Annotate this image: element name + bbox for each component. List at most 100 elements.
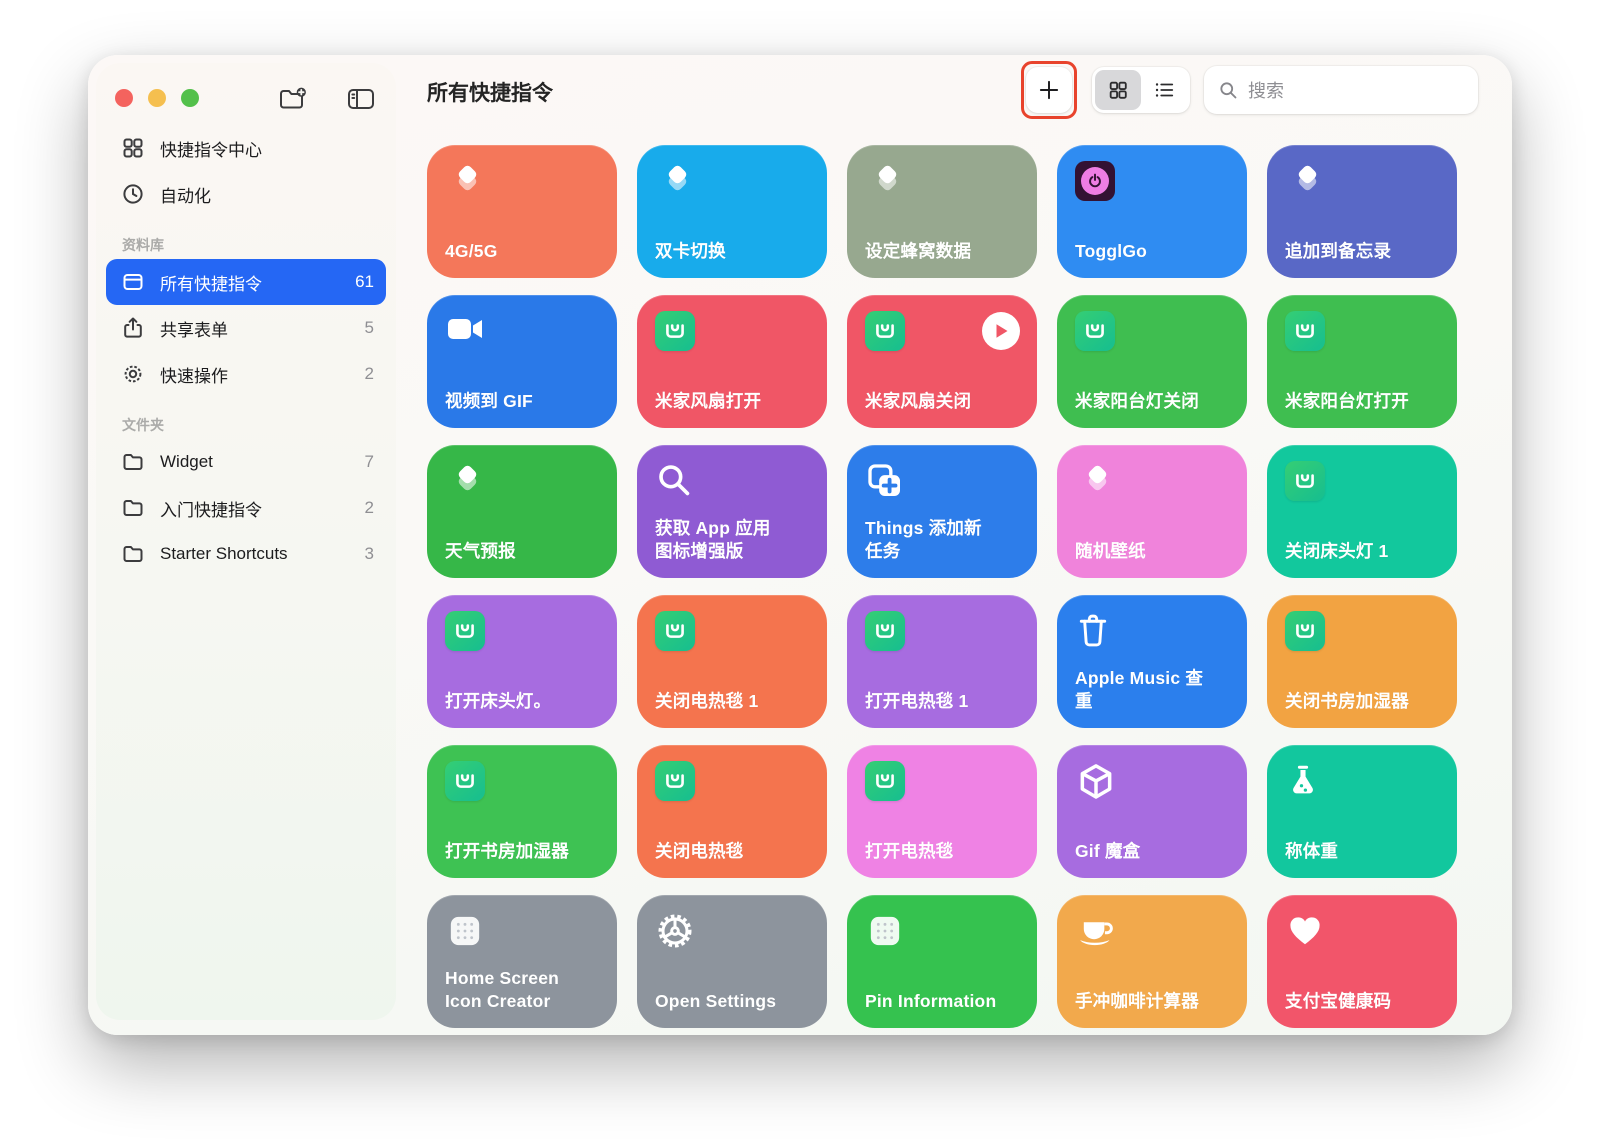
- layers-icon: [1075, 461, 1119, 503]
- shortcut-card-label: 获取 App 应用 图标增强版: [655, 517, 809, 563]
- sidebar: 快捷指令中心 自动化 资料库 所有快捷指令 61 共享表单 5 快速操作 2文件…: [96, 63, 396, 1020]
- sidebar-item-count: 61: [355, 272, 374, 292]
- shortcut-card[interactable]: Open Settings: [637, 895, 827, 1028]
- shortcut-card[interactable]: 打开床头灯。: [427, 595, 617, 728]
- shortcut-card-label: 关闭电热毯: [655, 840, 809, 863]
- search-icon: [1218, 80, 1238, 100]
- shortcut-card[interactable]: 关闭书房加湿器: [1267, 595, 1457, 728]
- layers-icon: [445, 461, 489, 503]
- shortcut-card-label: 打开床头灯。: [445, 690, 599, 713]
- sidebar-item-label: 共享表单: [160, 316, 365, 341]
- shortcut-card[interactable]: 获取 App 应用 图标增强版: [637, 445, 827, 578]
- app-placeholder-icon: [865, 911, 905, 951]
- new-shortcut-button[interactable]: [1026, 67, 1072, 113]
- layers-icon: [445, 161, 489, 203]
- shortcut-card-label: 追加到备忘录: [1285, 240, 1439, 263]
- shortcuts-grid: 4G/5G 双卡切换 设定蜂窝数据 TogglGo 追加到备忘录 视频到 GIF…: [427, 145, 1457, 1028]
- shortcut-card[interactable]: 打开书房加湿器: [427, 745, 617, 878]
- shortcut-card-label: Gif 魔盒: [1075, 840, 1229, 863]
- sidebar-item-count: 5: [365, 318, 374, 338]
- shortcut-card[interactable]: 天气预报: [427, 445, 617, 578]
- shortcut-card[interactable]: 4G/5G: [427, 145, 617, 278]
- sidebar-item[interactable]: 快捷指令中心: [106, 125, 386, 171]
- shortcut-card[interactable]: 关闭电热毯: [637, 745, 827, 878]
- sidebar-item[interactable]: 共享表单 5: [106, 305, 386, 351]
- run-play-badge[interactable]: [982, 312, 1020, 350]
- minimize-window-button[interactable]: [148, 89, 166, 107]
- toggle-sidebar-button[interactable]: [346, 85, 376, 113]
- zoom-window-button[interactable]: [181, 89, 199, 107]
- shortcut-card[interactable]: 关闭电热毯 1: [637, 595, 827, 728]
- sidebar-item-label: Starter Shortcuts: [160, 544, 365, 564]
- shortcut-card[interactable]: Things 添加新 任务: [847, 445, 1037, 578]
- sidebar-item[interactable]: Starter Shortcuts 3: [106, 531, 386, 577]
- new-folder-button[interactable]: [278, 85, 308, 113]
- shortcut-card[interactable]: 视频到 GIF: [427, 295, 617, 428]
- shortcut-card[interactable]: 称体重: [1267, 745, 1457, 878]
- list-view-icon: [1152, 79, 1176, 101]
- shortcut-card[interactable]: 打开电热毯: [847, 745, 1037, 878]
- shortcut-card[interactable]: 关闭床头灯 1: [1267, 445, 1457, 578]
- shortcut-card-label: 双卡切换: [655, 240, 809, 263]
- grid-view-icon: [1107, 79, 1129, 101]
- sidebar-item-label: 快速操作: [160, 362, 365, 387]
- sidebar-item-label: 入门快捷指令: [160, 496, 365, 521]
- shortcuts-window: 快捷指令中心 自动化 资料库 所有快捷指令 61 共享表单 5 快速操作 2文件…: [88, 55, 1512, 1035]
- shortcuts-center-icon: [121, 136, 145, 160]
- sidebar-item[interactable]: 入门快捷指令 2: [106, 485, 386, 531]
- sidebar-item-label: 快捷指令中心: [160, 136, 374, 161]
- shortcut-card-label: 打开书房加湿器: [445, 840, 599, 863]
- sidebar-item-count: 2: [365, 364, 374, 384]
- shortcut-card[interactable]: Home Screen Icon Creator: [427, 895, 617, 1028]
- shortcut-card[interactable]: Apple Music 查 重: [1057, 595, 1247, 728]
- shortcut-card[interactable]: 随机壁纸: [1057, 445, 1247, 578]
- shortcut-card[interactable]: 米家阳台灯打开: [1267, 295, 1457, 428]
- shortcut-card[interactable]: 追加到备忘录: [1267, 145, 1457, 278]
- magnifier-icon: [655, 461, 693, 499]
- sidebar-item[interactable]: 快速操作 2: [106, 351, 386, 397]
- trash-icon: [1075, 611, 1111, 649]
- shortcut-card-label: Home Screen Icon Creator: [445, 967, 599, 1013]
- shortcut-card-label: 天气预报: [445, 540, 599, 563]
- close-window-button[interactable]: [115, 89, 133, 107]
- shortcut-card-label: 设定蜂窝数据: [865, 240, 1019, 263]
- settings-gear-icon: [655, 911, 695, 951]
- shortcut-card[interactable]: 手冲咖啡计算器: [1057, 895, 1247, 1028]
- shortcut-card[interactable]: Pin Information: [847, 895, 1037, 1028]
- sidebar-item-label: Widget: [160, 452, 365, 472]
- shortcut-card[interactable]: 米家阳台灯关闭: [1057, 295, 1247, 428]
- layers-icon: [865, 161, 909, 203]
- shortcut-card[interactable]: TogglGo: [1057, 145, 1247, 278]
- list-view-button[interactable]: [1141, 70, 1187, 110]
- sidebar-item[interactable]: 所有快捷指令 61: [106, 259, 386, 305]
- sidebar-item-label: 所有快捷指令: [160, 270, 355, 295]
- sidebar-section-title: 文件夹: [122, 415, 386, 435]
- all-shortcuts-icon: [121, 270, 145, 294]
- mihome-icon: [1285, 311, 1325, 351]
- shortcut-card-label: 米家阳台灯打开: [1285, 390, 1439, 413]
- sidebar-item[interactable]: Widget 7: [106, 439, 386, 485]
- shortcut-card-label: Apple Music 查 重: [1075, 667, 1229, 713]
- grid-view-button[interactable]: [1095, 70, 1141, 110]
- mihome-icon: [655, 611, 695, 651]
- shortcut-card-label: Open Settings: [655, 990, 809, 1013]
- layers-icon: [1285, 161, 1329, 203]
- shortcut-card-label: 4G/5G: [445, 240, 599, 263]
- folder-plus-icon: [278, 86, 308, 112]
- shortcut-card[interactable]: 双卡切换: [637, 145, 827, 278]
- shortcut-card[interactable]: 米家风扇打开: [637, 295, 827, 428]
- search-placeholder: 搜索: [1248, 77, 1284, 103]
- sidebar-item[interactable]: 自动化: [106, 171, 386, 217]
- shortcut-card[interactable]: 支付宝健康码: [1267, 895, 1457, 1028]
- shortcut-card[interactable]: Gif 魔盒: [1057, 745, 1247, 878]
- shortcut-card[interactable]: 打开电热毯 1: [847, 595, 1037, 728]
- shortcut-card[interactable]: 设定蜂窝数据: [847, 145, 1037, 278]
- mihome-icon: [1285, 461, 1325, 501]
- shortcut-card-label: Pin Information: [865, 990, 1019, 1013]
- shortcut-card-label: 支付宝健康码: [1285, 990, 1439, 1013]
- shortcut-card[interactable]: 米家风扇关闭: [847, 295, 1037, 428]
- folder-icon: [121, 542, 145, 566]
- shortcut-card-label: 打开电热毯 1: [865, 690, 1019, 713]
- search-input[interactable]: 搜索: [1204, 66, 1478, 114]
- video-icon: [445, 311, 487, 347]
